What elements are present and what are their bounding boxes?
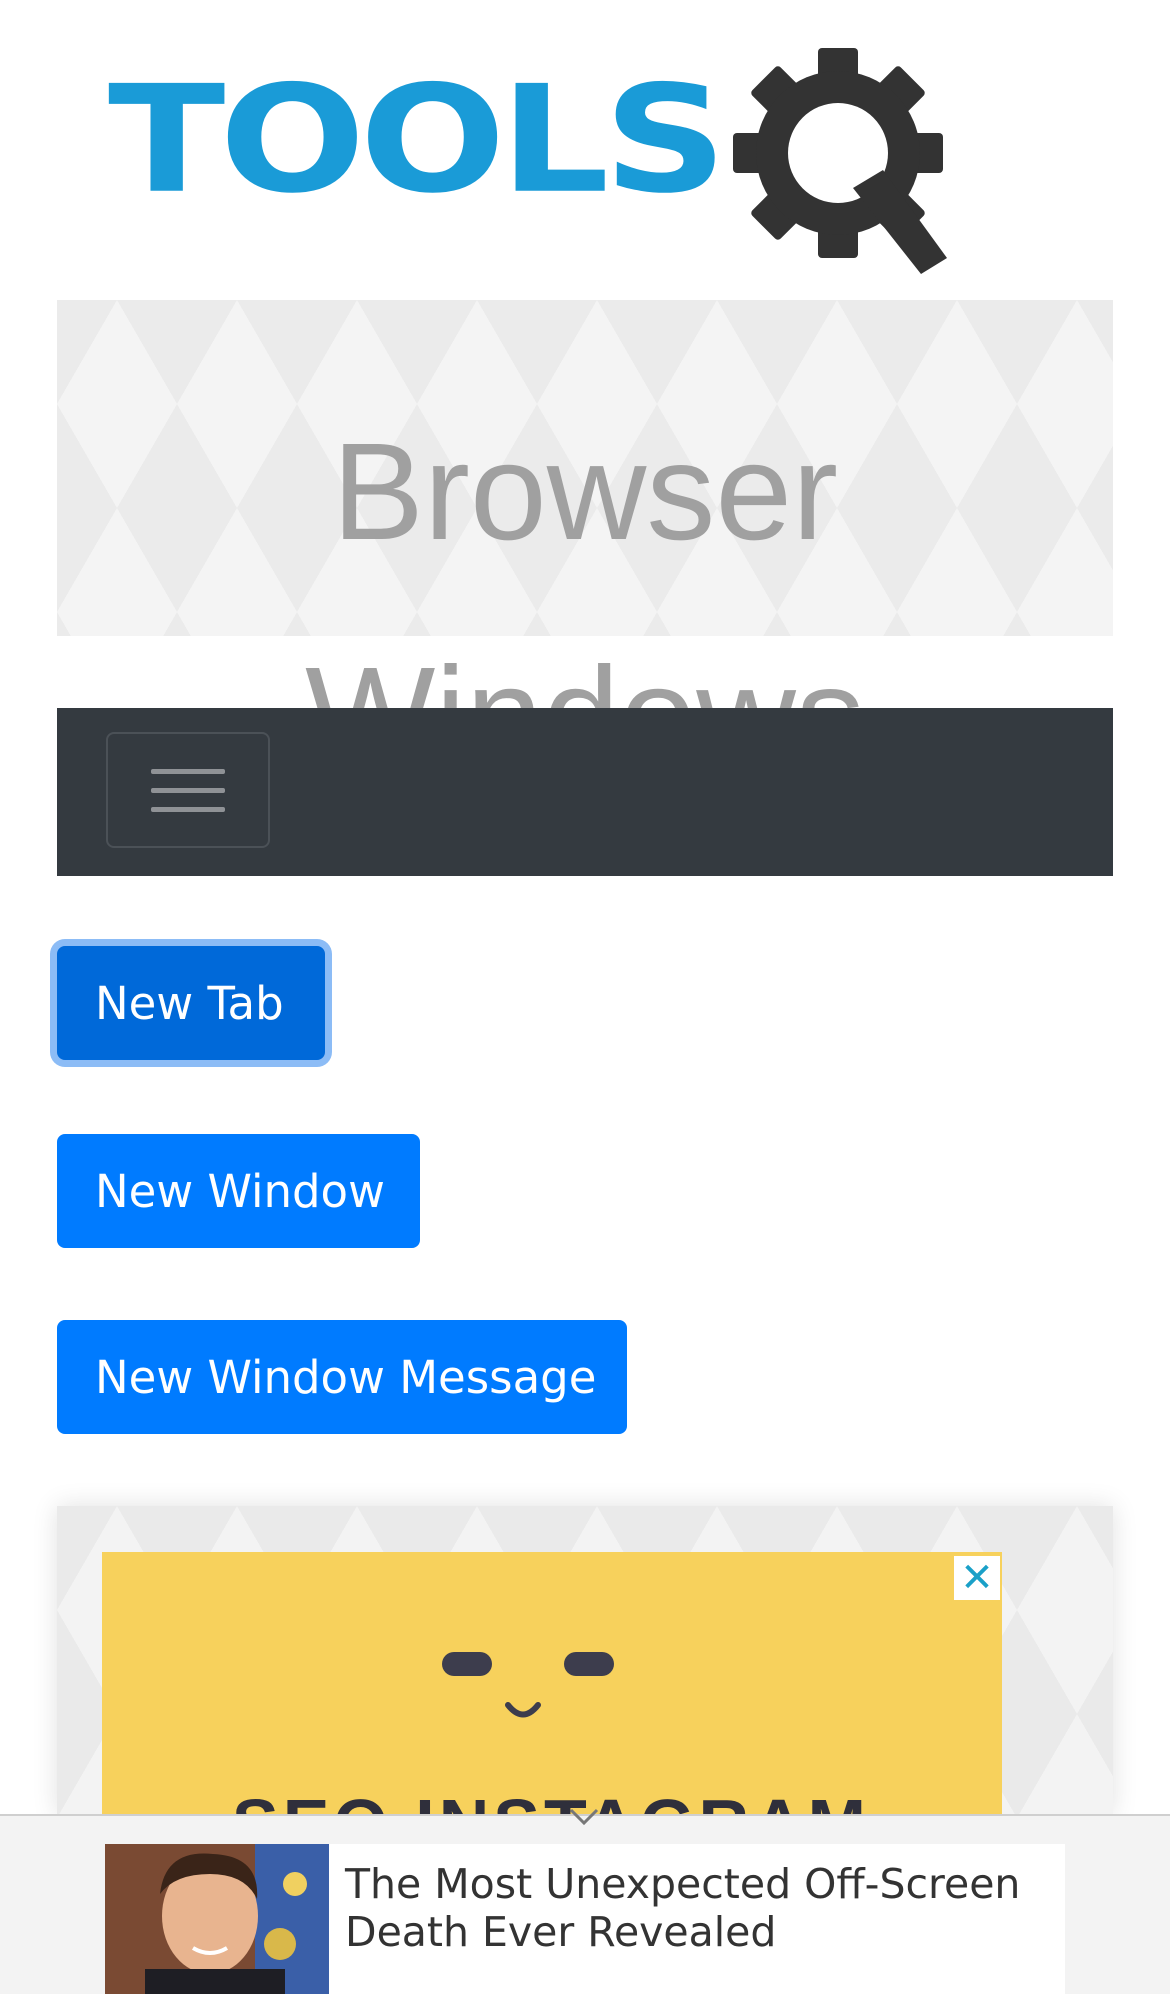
logo-wordmark: TOOLS	[108, 53, 727, 226]
page-title-line-2: Windows	[57, 604, 1113, 710]
toolsqa-logo[interactable]: TOOLS	[108, 48, 1078, 278]
page-title: Browser Windows	[57, 380, 1113, 710]
ad-face-eye-left	[442, 1652, 492, 1676]
ad-banner[interactable]: SEO INSTAGRAM	[102, 1552, 1002, 1822]
ad-face-eye-right	[564, 1652, 614, 1676]
sticky-ad-headline[interactable]: The Most Unexpected Off-Screen Death Eve…	[345, 1860, 1055, 1956]
ad-face-smile-icon	[505, 1702, 541, 1718]
chevron-down-icon[interactable]	[567, 1804, 601, 1828]
hamburger-menu-icon	[151, 768, 225, 812]
new-tab-button[interactable]: New Tab	[57, 946, 325, 1060]
navbar-toggle-button[interactable]	[106, 732, 270, 848]
sticky-ad-bar: The Most Unexpected Off-Screen Death Eve…	[0, 1808, 1170, 1994]
new-window-message-button[interactable]: New Window Message	[57, 1320, 627, 1434]
ad-close-icon[interactable]: ✕	[954, 1556, 1000, 1600]
page-title-line-1: Browser	[331, 415, 839, 569]
sticky-ad-card[interactable]: The Most Unexpected Off-Screen Death Eve…	[105, 1844, 1065, 1994]
ad-thumbnail-image	[105, 1844, 329, 1994]
gear-search-logo-icon	[733, 48, 947, 274]
top-navbar	[57, 708, 1113, 876]
new-window-button[interactable]: New Window	[57, 1134, 420, 1248]
